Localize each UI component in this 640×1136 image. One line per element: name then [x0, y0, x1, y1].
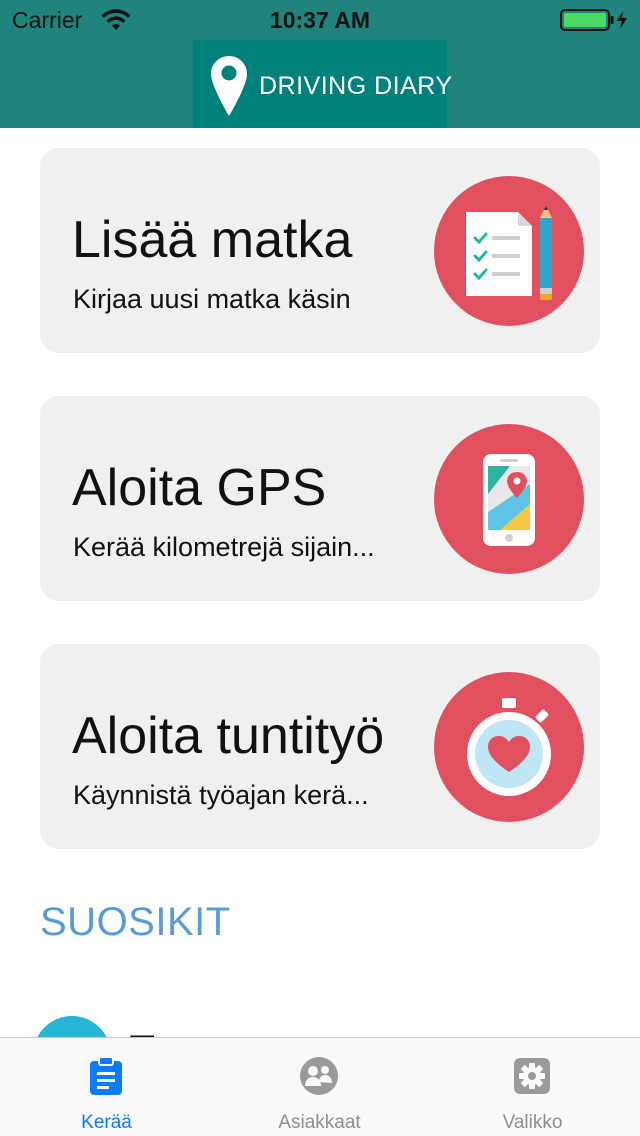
- tab-label: Valikko: [502, 1112, 563, 1133]
- card-subtitle: Käynnistä työajan kerä...: [73, 780, 369, 810]
- app-screen: Carrier 10:37 AM DRIVING DIARY Lisää mat…: [0, 0, 640, 1136]
- tab-menu[interactable]: Valikko: [426, 1038, 639, 1136]
- add-trip-card[interactable]: Lisää matka Kirjaa uusi matka käsin: [40, 148, 600, 353]
- customers-icon: [300, 1057, 338, 1095]
- tab-customers[interactable]: Asiakkaat: [213, 1038, 426, 1136]
- card-title: Aloita GPS: [72, 459, 327, 517]
- status-time: 10:37 AM: [269, 7, 371, 33]
- favorites-section-title: SUOSIKIT: [40, 900, 231, 944]
- tab-label: Kerää: [81, 1112, 132, 1133]
- clipboard-icon: [90, 1056, 122, 1095]
- start-hourly-work-card[interactable]: Aloita tuntityö Käynnistä työajan kerä..…: [40, 644, 600, 849]
- card-subtitle: Kirjaa uusi matka käsin: [73, 284, 351, 314]
- stopwatch-heart-icon: [434, 672, 584, 822]
- tab-label: Asiakkaat: [278, 1112, 361, 1133]
- tab-collect[interactable]: Kerää: [0, 1038, 213, 1136]
- card-subtitle: Kerää kilometrejä sijain...: [73, 532, 375, 562]
- app-header: Carrier 10:37 AM DRIVING DIARY: [0, 0, 640, 128]
- phone-map-icon: [434, 424, 584, 574]
- tab-bar: Kerää Asiakkaat Valikko: [0, 1037, 640, 1136]
- app-logo: DRIVING DIARY: [193, 40, 452, 128]
- map-pin-icon: [211, 56, 247, 116]
- settings-gear-icon: [514, 1058, 550, 1094]
- app-title: DRIVING DIARY: [259, 72, 453, 100]
- start-gps-card[interactable]: Aloita GPS Kerää kilometrejä sijain...: [40, 396, 600, 601]
- checklist-pencil-icon: [434, 176, 584, 326]
- card-title: Aloita tuntityö: [72, 707, 385, 765]
- card-title: Lisää matka: [72, 211, 353, 269]
- status-bar: Carrier 10:37 AM: [0, 0, 640, 40]
- battery-icon: [560, 9, 627, 31]
